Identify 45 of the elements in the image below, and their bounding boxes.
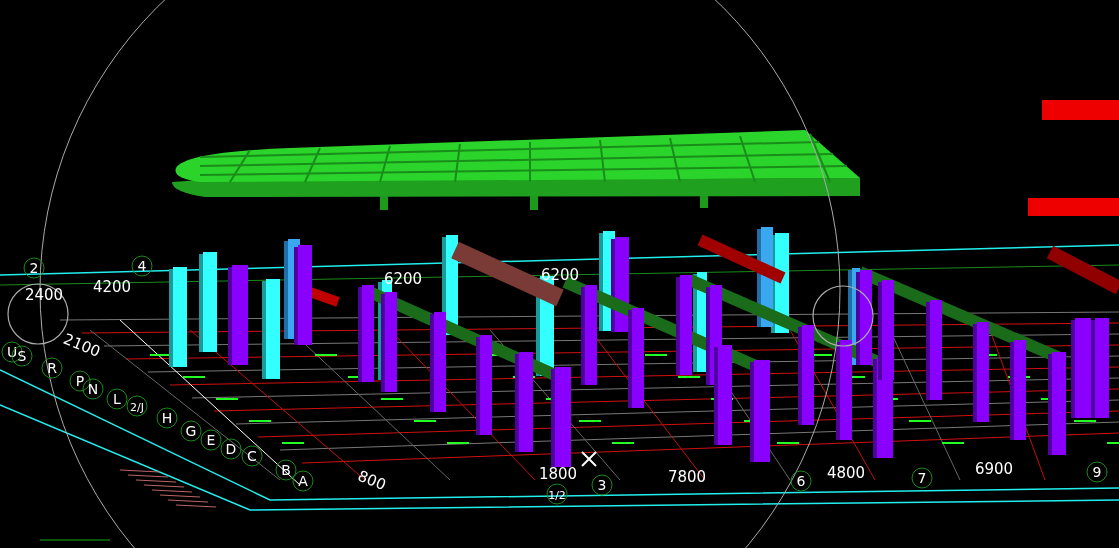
anchor-mark: [215, 398, 239, 400]
dimension-label: 800: [355, 466, 389, 495]
dimension-label: 6200: [383, 270, 423, 288]
grid-bubble: L: [106, 388, 128, 410]
anchor-mark: [413, 420, 437, 422]
anchor-mark: [1106, 442, 1119, 444]
grid-bubble: 6: [790, 470, 812, 492]
grid-bubble: 7: [911, 467, 933, 489]
anchor-mark: [611, 442, 635, 444]
grid-line: [39, 539, 111, 541]
anchor-mark: [908, 420, 932, 422]
grid-bubble: 4: [131, 255, 153, 277]
anchor-mark: [314, 354, 338, 356]
orbit-gizmo-drawing[interactable]: [7, 0, 874, 548]
anchor-mark: [644, 354, 668, 356]
grid-bubble: G: [180, 420, 202, 442]
anchor-mark: [776, 442, 800, 444]
grid-bubble: A: [292, 470, 314, 492]
anchor-mark: [182, 376, 206, 378]
anchor-mark: [677, 376, 701, 378]
grid-bubble: 2/J: [126, 395, 148, 417]
anchor-mark: [380, 398, 404, 400]
grid-bubble: 2: [23, 257, 45, 279]
anchor-mark: [281, 442, 305, 444]
dimension-label: 2100: [60, 329, 103, 361]
grid-bubble: D: [220, 438, 242, 460]
cursor-cross-icon: [581, 451, 597, 467]
anchor-mark: [1073, 420, 1097, 422]
dimension-label: 2400: [24, 286, 64, 304]
grid-bubble: R: [41, 357, 63, 379]
dimension-label: 4800: [826, 464, 866, 482]
dimension-label: 1800: [538, 465, 578, 483]
grid-bubble: 9: [1086, 461, 1108, 483]
dimension-label: 6900: [974, 460, 1014, 478]
dimension-label: 4200: [92, 278, 132, 296]
grid-bubble: E: [200, 429, 222, 451]
anchor-mark: [248, 420, 272, 422]
grid-bubble: C: [241, 445, 263, 467]
grid-bubble: H: [156, 407, 178, 429]
dimension-label: 6200: [540, 266, 580, 284]
anchor-mark: [446, 442, 470, 444]
anchor-mark: [941, 442, 965, 444]
dimension-label: 7800: [667, 468, 707, 486]
grid-bubble: 3: [591, 474, 613, 496]
anchor-mark: [578, 420, 602, 422]
